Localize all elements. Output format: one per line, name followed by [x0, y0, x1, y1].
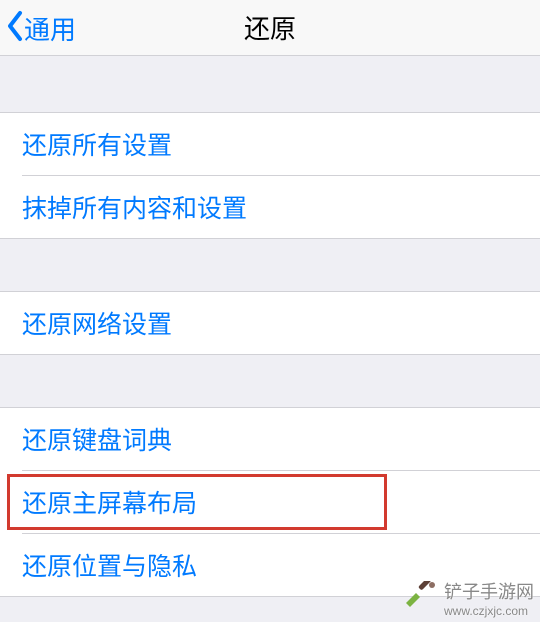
back-button[interactable]: 通用 [4, 0, 76, 56]
erase-all-content-row[interactable]: 抹掉所有内容和设置 [0, 176, 540, 238]
watermark-title: 铲子手游网 [444, 578, 534, 604]
nav-bar: 通用 还原 [0, 0, 540, 56]
watermark-text-block: 铲子手游网 www.czjxjc.com [444, 578, 534, 618]
back-label: 通用 [24, 10, 76, 47]
page-title: 还原 [244, 9, 296, 46]
reset-network-settings-row[interactable]: 还原网络设置 [0, 292, 540, 354]
watermark: 铲子手游网 www.czjxjc.com [402, 578, 534, 618]
row-label: 还原位置与隐私 [22, 547, 197, 583]
row-label: 还原所有设置 [22, 126, 172, 162]
row-label: 还原网络设置 [22, 305, 172, 341]
list-group: 还原所有设置 抹掉所有内容和设置 [0, 112, 540, 239]
reset-home-screen-layout-row[interactable]: 还原主屏幕布局 [0, 471, 540, 533]
row-label: 还原主屏幕布局 [22, 484, 197, 520]
group-spacer [0, 56, 540, 112]
reset-keyboard-dictionary-row[interactable]: 还原键盘词典 [0, 408, 540, 470]
group-spacer [0, 355, 540, 407]
list-group: 还原键盘词典 还原主屏幕布局 还原位置与隐私 [0, 407, 540, 597]
reset-all-settings-row[interactable]: 还原所有设置 [0, 113, 540, 175]
row-label: 抹掉所有内容和设置 [22, 189, 247, 225]
row-label: 还原键盘词典 [22, 421, 172, 457]
shovel-icon [402, 581, 438, 616]
list-group: 还原网络设置 [0, 291, 540, 355]
watermark-url: www.czjxjc.com [444, 604, 534, 618]
chevron-left-icon [4, 9, 26, 48]
group-spacer [0, 239, 540, 291]
